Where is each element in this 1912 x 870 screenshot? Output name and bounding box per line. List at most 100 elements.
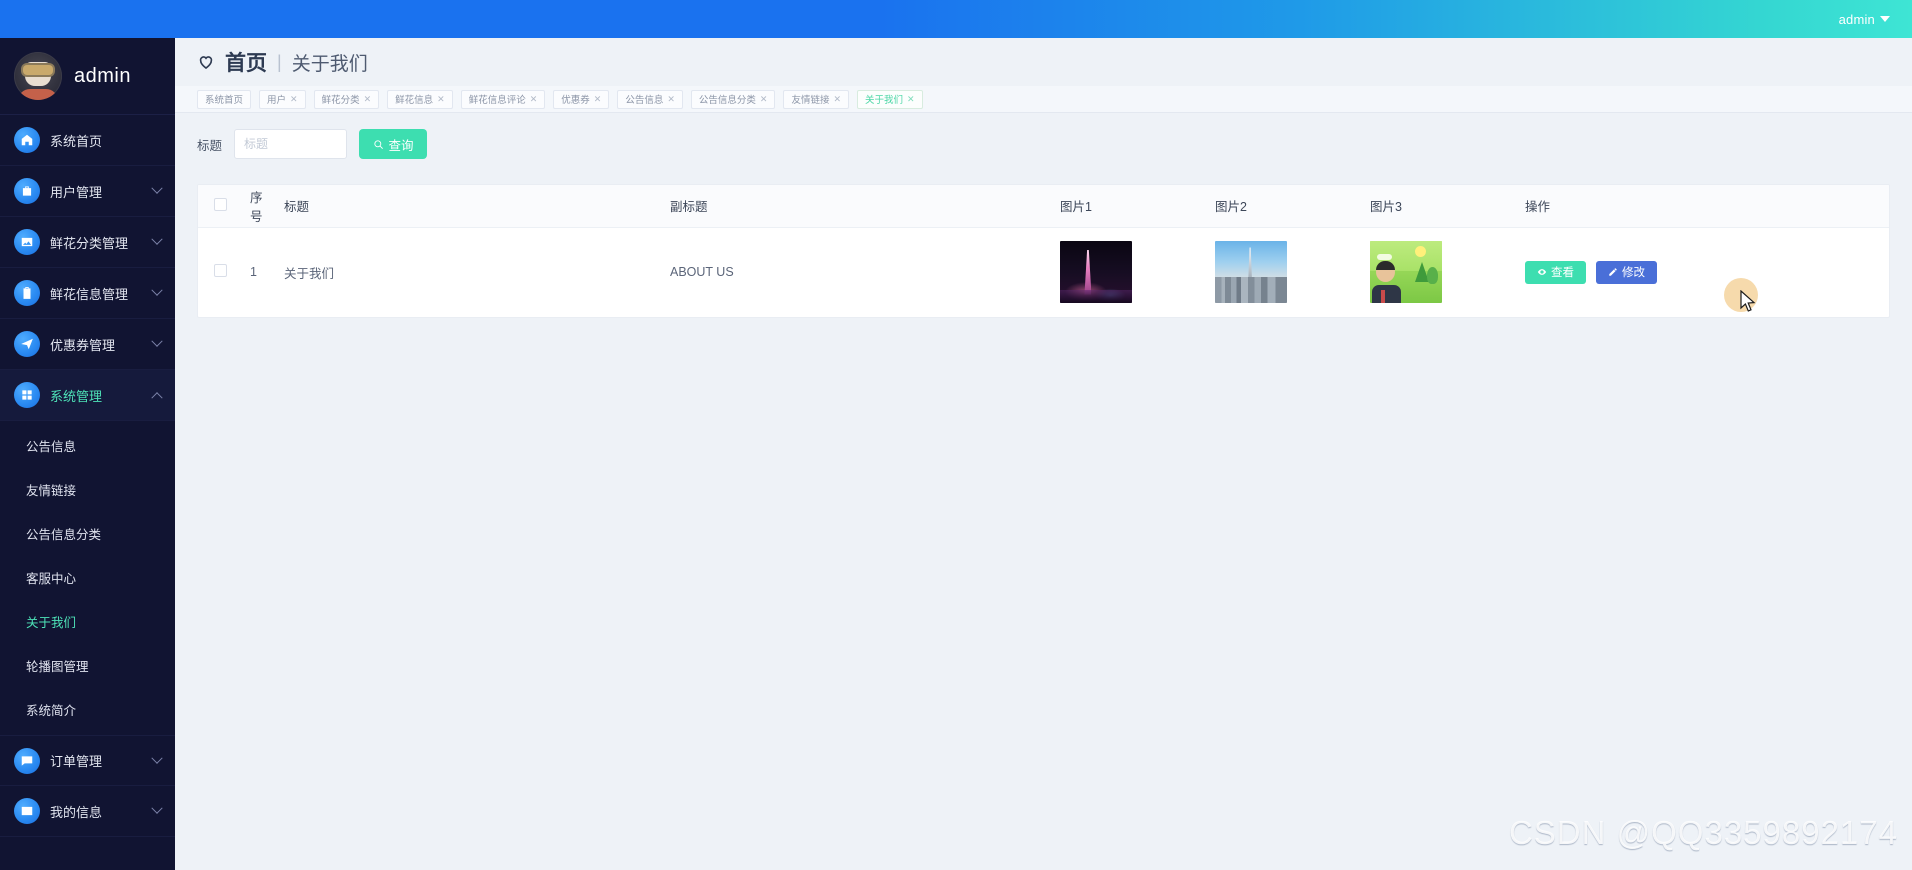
chevron-down-icon [151, 284, 163, 296]
close-icon[interactable]: ✕ [760, 94, 768, 105]
sidebar-item-coupon[interactable]: 优惠券管理 [0, 319, 175, 370]
chevron-down-icon [151, 335, 163, 347]
chevron-down-icon [151, 752, 163, 764]
sidebar-subitem-label: 公告信息分类 [26, 527, 102, 542]
sidebar-item-label: 用户管理 [50, 184, 103, 200]
tab-label: 关于我们 [865, 95, 904, 106]
main-content: 首页 | 关于我们 系统首页 用户 ✕ 鲜花分类 ✕ 鲜花信息 ✕ 鲜花信息评论… [175, 38, 1912, 870]
close-icon[interactable]: ✕ [364, 94, 372, 105]
sidebar-subitem-customer-service[interactable]: 客服中心 [0, 560, 175, 594]
sidebar: admin 系统首页 用户管理 鲜花分类管理 鲜花信息管理 优惠券管理 系统管理… [0, 38, 175, 870]
tab-coupon[interactable]: 优惠券 ✕ [553, 89, 610, 109]
tab-label: 鲜花信息评论 [468, 95, 526, 106]
sidebar-item-my-info[interactable]: 我的信息 [0, 786, 175, 837]
sidebar-subitem-notice[interactable]: 公告信息 [0, 428, 175, 462]
pencil-icon [1609, 268, 1617, 276]
close-icon[interactable]: ✕ [437, 94, 445, 105]
close-icon[interactable]: ✕ [833, 94, 841, 105]
sidebar-subitem-label: 友情链接 [26, 483, 77, 498]
close-icon[interactable]: ✕ [667, 94, 675, 105]
sidebar-subitem-label: 系统简介 [26, 703, 77, 718]
sidebar-subitem-label: 客服中心 [26, 571, 77, 586]
table-header-actions: 操作 [1513, 185, 1889, 228]
sidebar-subitem-system-intro[interactable]: 系统简介 [0, 692, 175, 726]
breadcrumb-home[interactable]: 首页 [225, 47, 267, 77]
tab-label: 系统首页 [205, 95, 244, 106]
chevron-up-icon [151, 392, 163, 404]
home-icon [14, 127, 40, 153]
sidebar-profile[interactable]: admin [0, 38, 175, 115]
eye-icon [1537, 269, 1547, 276]
select-all-checkbox[interactable] [214, 197, 227, 211]
chevron-down-icon [151, 802, 163, 814]
edit-button[interactable]: 修改 [1596, 260, 1657, 284]
tab-friend-link[interactable]: 友情链接 ✕ [783, 89, 850, 109]
search-bar: 标题 查询 [175, 113, 1912, 175]
search-button[interactable]: 查询 [359, 129, 428, 159]
data-table-card: 序号 标题 副标题 图片1 图片2 图片3 操作 1 关于我们 ABOUT US [197, 184, 1890, 318]
heart-icon [199, 56, 213, 69]
tab-label: 优惠券 [561, 95, 590, 106]
row-image2-cell [1203, 227, 1358, 317]
row-title: 关于我们 [284, 266, 335, 281]
sidebar-item-label: 鲜花信息管理 [50, 286, 129, 302]
sidebar-item-label: 优惠券管理 [50, 337, 116, 353]
row-subtitle: ABOUT US [670, 265, 734, 280]
tab-notice[interactable]: 公告信息 ✕ [617, 89, 683, 109]
close-icon[interactable]: ✕ [530, 94, 538, 105]
grid-icon [14, 382, 40, 408]
night-cityscape-thumbnail[interactable] [1060, 241, 1132, 304]
sidebar-item-order-management[interactable]: 订单管理 [0, 735, 175, 786]
tab-label: 鲜花分类 [321, 95, 360, 106]
sidebar-item-user-management[interactable]: 用户管理 [0, 166, 175, 217]
table-header-row: 序号 标题 副标题 图片1 图片2 图片3 操作 [198, 185, 1889, 228]
sidebar-item-flower-category[interactable]: 鲜花分类管理 [0, 217, 175, 268]
close-icon[interactable]: ✕ [290, 94, 298, 105]
breadcrumb-current: 关于我们 [291, 53, 368, 75]
row-image3-cell [1358, 227, 1513, 317]
tab-notice-category[interactable]: 公告信息分类 ✕ [690, 89, 776, 109]
sidebar-item-label: 我的信息 [50, 804, 103, 820]
tab-label: 鲜花信息 [395, 95, 434, 106]
sidebar-item-flower-info[interactable]: 鲜花信息管理 [0, 268, 175, 319]
row-checkbox-cell [198, 227, 238, 317]
sidebar-item-label: 鲜花分类管理 [50, 235, 129, 251]
view-button[interactable]: 查看 [1525, 260, 1586, 284]
row-checkbox[interactable] [214, 264, 227, 278]
search-icon [373, 139, 383, 149]
admin-user-menu[interactable]: admin [1839, 12, 1912, 27]
sidebar-subitem-about-us[interactable]: 关于我们 [0, 604, 175, 638]
close-icon[interactable]: ✕ [907, 94, 915, 105]
search-input[interactable] [234, 129, 348, 159]
close-icon[interactable]: ✕ [594, 94, 602, 105]
table-header-subtitle: 副标题 [658, 185, 1048, 228]
sidebar-subitem-notice-category[interactable]: 公告信息分类 [0, 516, 175, 550]
tab-about-us[interactable]: 关于我们 ✕ [857, 89, 923, 109]
view-button-label: 查看 [1551, 267, 1574, 280]
daytime-skyline-thumbnail[interactable] [1215, 241, 1287, 304]
tab-flower-category[interactable]: 鲜花分类 ✕ [313, 89, 380, 109]
chevron-down-icon [151, 233, 163, 245]
card-icon [14, 798, 40, 824]
sidebar-username: admin [74, 64, 131, 87]
tab-flower-info[interactable]: 鲜花信息 ✕ [387, 89, 453, 109]
table-header-image1: 图片1 [1048, 185, 1203, 228]
sidebar-subitem-label: 关于我们 [26, 615, 77, 630]
tab-user[interactable]: 用户 ✕ [259, 89, 306, 109]
row-actions-cell: 查看 修改 [1513, 227, 1889, 317]
chevron-down-icon [151, 182, 163, 194]
sidebar-subitem-friend-link[interactable]: 友情链接 [0, 472, 175, 506]
tab-flower-info-comment[interactable]: 鲜花信息评论 ✕ [460, 89, 546, 109]
green-illustration-thumbnail[interactable] [1370, 241, 1442, 304]
row-image1-cell [1048, 227, 1203, 317]
paper-plane-icon [14, 331, 40, 357]
sidebar-item-label: 系统管理 [50, 388, 103, 404]
sidebar-item-home[interactable]: 系统首页 [0, 115, 175, 166]
breadcrumb: 首页 | 关于我们 [175, 38, 1912, 86]
sidebar-subitem-carousel[interactable]: 轮播图管理 [0, 648, 175, 682]
sidebar-item-system-management[interactable]: 系统管理 [0, 370, 175, 421]
table-row[interactable]: 1 关于我们 ABOUT US 查看 修改 [198, 227, 1889, 317]
tab-system-home[interactable]: 系统首页 [197, 89, 252, 109]
search-label: 标题 [197, 138, 223, 153]
image-icon [14, 229, 40, 255]
